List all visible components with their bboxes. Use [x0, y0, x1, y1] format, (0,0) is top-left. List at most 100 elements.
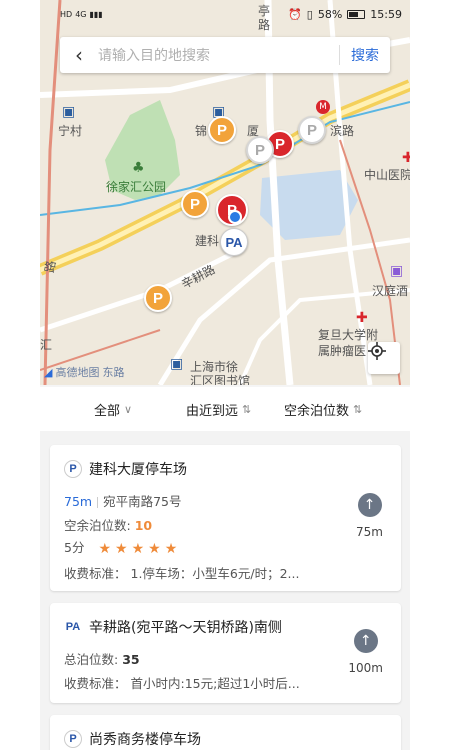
status-right: ⏰ ▯ 58% 15:59	[288, 8, 402, 21]
current-location-dot	[228, 210, 242, 224]
alarm-icon: ⏰	[288, 7, 302, 21]
star-icon: ★	[115, 540, 128, 557]
sort-icon: ⇅	[242, 402, 252, 416]
map-label-jin: 锦	[195, 124, 208, 138]
hospital-icon: ✚	[356, 310, 368, 326]
parking-pin[interactable]: P	[181, 190, 209, 218]
back-icon[interactable]: ‹	[60, 43, 98, 67]
vibrate-icon: ▯	[306, 7, 313, 21]
sort-spaces[interactable]: 空余泊位数 ⇅	[284, 400, 362, 419]
map-label-bin: 滨路	[330, 124, 355, 138]
search-input[interactable]: 请输入目的地搜索	[98, 45, 339, 65]
parking-pin[interactable]: P	[208, 116, 236, 144]
navigate-button[interactable]: ↑ 100m	[348, 629, 383, 675]
card-address: 宛平南路75号	[103, 494, 182, 509]
fee-text: 首小时内:15元;超过1小时后...	[130, 676, 300, 691]
map-logo-text: 高德地图	[55, 366, 100, 379]
park-tree-icon: ♣	[132, 160, 145, 176]
right-margin	[410, 0, 450, 750]
battery-icon	[347, 9, 366, 19]
hotel-icon: ▣	[390, 263, 404, 279]
parking-pin[interactable]: P	[298, 116, 326, 144]
filter-all-label: 全部	[94, 403, 121, 419]
free-value: 10	[134, 518, 153, 533]
search-bar: ‹ 请输入目的地搜索 搜索	[60, 37, 390, 73]
signal-icon: ▮▮▮	[89, 9, 103, 19]
card-fee-row: 收费标准： 首小时内:15元;超过1小时后...	[64, 673, 300, 692]
rating-score: 5分	[64, 540, 85, 555]
card-title: 辛耕路(宛平路～天钥桥路)南侧	[89, 620, 282, 636]
parking-icon: P	[64, 730, 82, 748]
parking-card[interactable]: P 尚秀商务楼停车场	[50, 715, 401, 750]
card-title-row: PA 辛耕路(宛平路～天钥桥路)南侧	[64, 617, 282, 637]
map-label-ningcun: 宁村	[58, 124, 83, 138]
fee-text: 1.停车场：小型车6元/时；2...	[130, 566, 300, 581]
map-label-fudan: 复旦大学附	[318, 328, 379, 342]
navigate-button[interactable]: ↑ 75m	[356, 493, 383, 539]
parking-list: P 建科大厦停车场 75m 宛平南路75号 空余泊位数: 10 5分 ★ ★ ★ …	[40, 431, 410, 750]
search-button[interactable]: 搜索	[340, 45, 390, 65]
sort-distance-label: 由近到远	[186, 403, 239, 419]
divider	[97, 497, 99, 508]
map-label-park: 徐家汇公园	[106, 180, 167, 194]
map-label-hui: 汇	[40, 338, 53, 352]
card-free-row: 空余泊位数: 10	[64, 515, 152, 534]
sort-distance[interactable]: 由近到远 ⇅	[186, 400, 251, 419]
nav-distance: 100m	[348, 661, 383, 675]
left-margin	[0, 0, 40, 750]
map-label-fudan2: 属肿瘤医	[318, 344, 367, 358]
app-root: HD 4G ▮▮▮ ⏰ ▯ 58% 15:59 ‹ 请输入目的地搜索 搜索 亭 …	[40, 0, 410, 750]
parking-pin[interactable]: P	[246, 136, 274, 164]
free-label: 空余泊位数:	[64, 518, 131, 533]
card-total-row: 总泊位数: 35	[64, 649, 140, 668]
parking-pin-roadside[interactable]: PA	[220, 228, 248, 256]
network-icon: 4G	[75, 9, 87, 19]
star-icon: ★	[98, 540, 111, 557]
navigate-arrow-icon: ↑	[357, 493, 382, 517]
card-title-row: P 建科大厦停车场	[64, 459, 187, 479]
parking-card[interactable]: P 建科大厦停车场 75m 宛平南路75号 空余泊位数: 10 5分 ★ ★ ★ …	[50, 445, 401, 591]
card-address-row: 75m 宛平南路75号	[64, 491, 182, 510]
status-left: HD 4G ▮▮▮	[60, 10, 103, 19]
locate-button[interactable]	[368, 342, 400, 374]
sort-icon: ⇅	[353, 402, 363, 416]
crosshair-icon	[368, 342, 386, 360]
filter-bar: 全部 ∨ 由近到远 ⇅ 空余泊位数 ⇅	[40, 387, 410, 431]
battery-percent: 58%	[317, 7, 343, 21]
metro-icon: M	[316, 100, 330, 114]
star-icon: ★	[164, 540, 178, 557]
roadside-parking-icon: PA	[65, 621, 81, 633]
amap-logo-icon: ◢	[44, 365, 53, 379]
card-title: 尚秀商务楼停车场	[89, 732, 201, 748]
fee-label: 收费标准：	[64, 566, 127, 581]
library-icon: ▣	[170, 356, 184, 372]
card-fee-row: 收费标准： 1.停车场：小型车6元/时；2...	[64, 563, 299, 582]
map-label-zhongshan: 中山医院	[364, 168, 410, 182]
star-icon: ★	[148, 540, 161, 557]
parking-icon: P	[64, 460, 82, 478]
clock: 15:59	[370, 7, 402, 21]
parking-card[interactable]: PA 辛耕路(宛平路～天钥桥路)南侧 总泊位数: 35 收费标准： 首小时内:1…	[50, 603, 401, 703]
sort-spaces-label: 空余泊位数	[284, 403, 350, 419]
parking-pin[interactable]: P	[144, 284, 172, 312]
map-label-library2: 汇区图书馆	[190, 374, 251, 385]
card-rating-row: 5分 ★ ★ ★ ★ ★	[64, 537, 177, 557]
map-view[interactable]: HD 4G ▮▮▮ ⏰ ▯ 58% 15:59 ‹ 请输入目的地搜索 搜索 亭 …	[40, 0, 410, 385]
map-label-jianke: 建科	[195, 234, 220, 248]
rating-stars: ★ ★ ★ ★ ★	[98, 541, 177, 557]
hospital-icon: ✚	[402, 150, 410, 166]
fee-label: 收费标准：	[64, 676, 127, 691]
filter-all[interactable]: 全部 ∨	[94, 400, 132, 419]
map-label-hanting: 汉庭酒	[372, 284, 409, 298]
total-value: 35	[122, 652, 140, 667]
hd-icon: HD	[60, 9, 73, 19]
navigate-arrow-icon: ↑	[353, 629, 378, 653]
nav-distance: 75m	[356, 525, 383, 539]
card-title-row: P 尚秀商务楼停车场	[64, 729, 201, 749]
map-logo: ◢ 高德地图 东路	[44, 364, 124, 380]
card-title: 建科大厦停车场	[89, 462, 187, 478]
poi-building-icon: ▣	[62, 104, 76, 120]
card-distance: 75m	[64, 494, 93, 509]
status-bar: HD 4G ▮▮▮ ⏰ ▯ 58% 15:59	[40, 0, 410, 28]
chevron-down-icon: ∨	[124, 402, 133, 416]
